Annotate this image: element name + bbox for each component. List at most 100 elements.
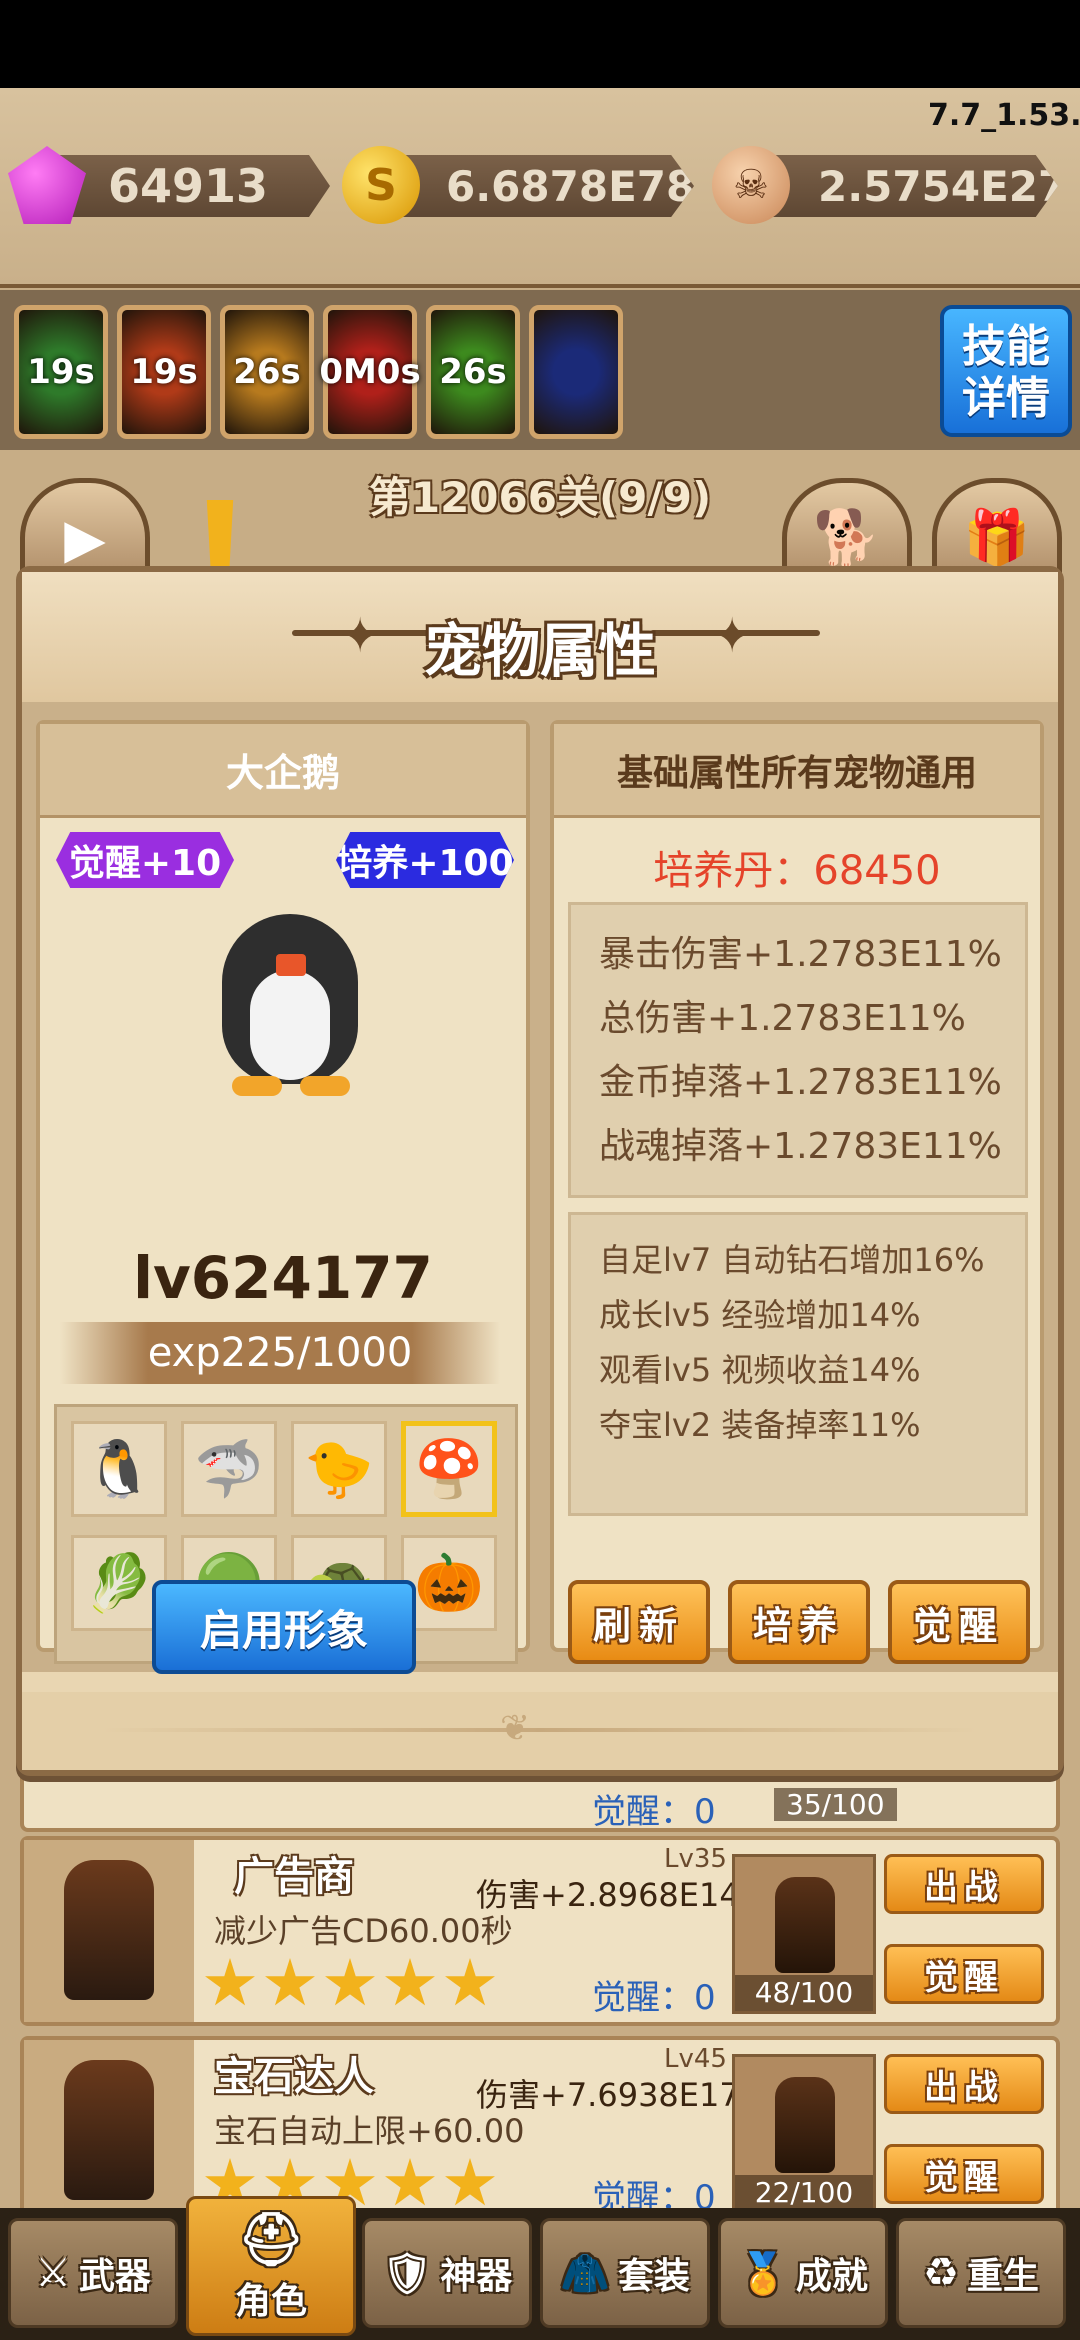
- training-pill-count: 培养丹：68450: [653, 848, 941, 894]
- hero-row: 宝石达人 Lv45 伤害+7.6938E17% 宝石自动上限+60.00 觉醒：0 22/…: [20, 2036, 1060, 2226]
- gift-icon: 🎁: [963, 506, 1031, 569]
- shark-icon: 🦈: [194, 1437, 264, 1502]
- hero-damage: 伤害+2.8968E14%: [476, 1876, 771, 1914]
- nav-label: 重生: [966, 2256, 1039, 2297]
- hero-row: 广告商 Lv35 伤害+2.8968E14% 减少广告CD60.00秒 觉醒：0 48/1…: [20, 1836, 1060, 2026]
- star-icon: [445, 1958, 495, 2006]
- nav-icon-1: ⚔: [35, 2250, 71, 2296]
- hero-awaken-status: 觉醒：0: [592, 1978, 716, 2018]
- hero-fragment-icon: [775, 1877, 835, 1973]
- skill-slot-4[interactable]: 0M0s: [319, 305, 421, 439]
- nav-tab-2[interactable]: ⛑ 角色: [186, 2196, 356, 2336]
- gold-coin-icon: S: [342, 146, 420, 224]
- base-attributes-header: 基础属性所有宠物通用: [554, 724, 1040, 818]
- pet-name: 大企鹅: [40, 724, 526, 818]
- skill-detail-line2: 详情: [962, 373, 1050, 424]
- nav-icon-3: 🛡: [381, 2250, 433, 2297]
- train-badge: 培养+100: [336, 832, 514, 888]
- pet-slot-penguin[interactable]: 🐧: [71, 1421, 167, 1517]
- nav-tab-3[interactable]: 🛡 神器: [362, 2218, 532, 2328]
- talent-list: 自足lv7 自动钻石增加16% 成长lv5 经验增加14% 观看lv5 视频收益14…: [568, 1212, 1028, 1516]
- nav-label: 神器: [440, 2256, 513, 2297]
- star-icon: [385, 2158, 435, 2206]
- skull-icon: ☠: [712, 146, 790, 224]
- hero-awaken-button[interactable]: 觉醒: [884, 2144, 1044, 2204]
- pet-attributes-dialog: ✦ ✦ 宠物属性 大企鹅 觉醒+10 培养+100 lv624177 exp22…: [16, 566, 1064, 1776]
- nav-tab-4[interactable]: 🧥 套装: [540, 2218, 710, 2328]
- hero-description: 减少广告CD60.00秒: [214, 1912, 513, 1950]
- hero-name: 广告商: [234, 1854, 354, 1900]
- skill-detail-button[interactable]: 技能 详情: [940, 305, 1072, 437]
- hero-fragment-count: 48/100: [735, 1975, 873, 2011]
- dog-icon: 🐕: [813, 506, 881, 569]
- gem-value: 64913: [108, 159, 269, 213]
- nav-icon-2: ⛑: [237, 2209, 304, 2270]
- attribute-list: 暴击伤害+1.2783E11% 总伤害+1.2783E11% 金币掉落+1.2783…: [568, 902, 1028, 1198]
- skill-slot-6[interactable]: [529, 305, 623, 439]
- skull-value: 2.5754E272: [818, 161, 1080, 211]
- pet-exp-bar: exp225/1000: [60, 1322, 500, 1384]
- hero-fragment-thumb: 22/100: [732, 2054, 876, 2214]
- base-attributes-panel: 基础属性所有宠物通用 培养丹：68450 暴击伤害+1.2783E11% 总伤害+…: [550, 720, 1044, 1664]
- nav-tab-5[interactable]: 🏅 成就: [718, 2218, 888, 2328]
- penguin-icon: 🐧: [84, 1437, 154, 1502]
- nav-label: 武器: [78, 2256, 151, 2297]
- game-screen: 7.7_1.53.2 64913 6.6878E782 S 2.5754E272…: [0, 0, 1080, 2340]
- hero-description: 宝石自动上限+60.00: [214, 2112, 525, 2150]
- refresh-button[interactable]: 刷新: [568, 1580, 710, 1664]
- hero-fragment-thumb: 48/100: [732, 1854, 876, 2014]
- pet-exp-text: exp225/1000: [147, 1330, 413, 1376]
- chicken-icon: 🐤: [304, 1437, 374, 1502]
- skill-detail-line1: 技能: [962, 321, 1050, 372]
- skill-cooldown: 26s: [439, 352, 507, 392]
- hero-portrait: [24, 2040, 194, 2222]
- pet-slot-chicken[interactable]: 🐤: [291, 1421, 387, 1517]
- hero-archer-icon: [64, 1860, 154, 2000]
- pet-level: lv624177: [133, 1244, 433, 1312]
- star-icon: [265, 1958, 315, 2006]
- hero-stars: [204, 1958, 496, 2010]
- hero-portrait: [24, 1840, 194, 2022]
- hero-archer-icon: [64, 2060, 154, 2200]
- pet-panel: 大企鹅 觉醒+10 培养+100 lv624177 exp225/1000 🐧 🦈…: [36, 720, 530, 1674]
- star-icon: [445, 2158, 495, 2206]
- hero-fight-button[interactable]: 出战: [884, 1854, 1044, 1914]
- nav-label: 成就: [795, 2256, 868, 2297]
- skill-slot-2[interactable]: 19s: [117, 305, 211, 439]
- mushroom-icon: 🍄: [414, 1437, 484, 1502]
- talent-line: 夺宝lv2 装备掉率11%: [599, 1406, 921, 1444]
- nav-icon-6: ♻: [923, 2250, 959, 2296]
- train-button[interactable]: 培养: [728, 1580, 870, 1664]
- dialog-title: 宠物属性: [423, 617, 656, 685]
- dialog-footer: ❦: [22, 1692, 1058, 1770]
- star-icon: [325, 1958, 375, 2006]
- hero-fight-button[interactable]: 出战: [884, 2054, 1044, 2114]
- video-icon: ▶: [64, 506, 106, 570]
- talent-line: 成长lv5 经验增加14%: [599, 1296, 921, 1334]
- pet-slot-shark[interactable]: 🦈: [181, 1421, 277, 1517]
- use-appearance-button[interactable]: 启用形象: [152, 1580, 416, 1674]
- nav-tab-6[interactable]: ♻ 重生: [896, 2218, 1066, 2328]
- star-icon: [385, 1958, 435, 2006]
- skill-slot-1[interactable]: 19s: [14, 305, 108, 439]
- skill-cooldown: 26s: [233, 352, 301, 392]
- attribute-line: 暴击伤害+1.2783E11%: [599, 934, 1002, 975]
- awaken-button[interactable]: 觉醒: [888, 1580, 1030, 1664]
- hero-name: 宝石达人: [214, 2054, 374, 2100]
- nav-icon-4: 🧥: [560, 2250, 610, 2297]
- hero-awaken-button[interactable]: 觉醒: [884, 1944, 1044, 2004]
- stage-label: 第12066关(9/9): [368, 473, 712, 522]
- nav-label: 套装: [617, 2256, 690, 2297]
- skill-slot-3[interactable]: 26s: [220, 305, 314, 439]
- talent-line: 自足lv7 自动钻石增加16%: [599, 1241, 985, 1279]
- skill-cooldown: 0M0s: [319, 352, 421, 392]
- pumpkin-icon: 🎃: [414, 1551, 484, 1616]
- star-icon: [205, 1958, 255, 2006]
- skill-cooldown: 19s: [27, 352, 95, 392]
- skill-slot-5[interactable]: 26s: [426, 305, 520, 439]
- nav-tab-1[interactable]: ⚔ 武器: [8, 2218, 178, 2328]
- green-blob-icon: 🥬: [84, 1551, 154, 1616]
- pet-slot-mushroom[interactable]: 🍄: [401, 1421, 497, 1517]
- nav-label: 角色: [234, 2280, 307, 2322]
- hero-fragment-icon: [775, 2077, 835, 2173]
